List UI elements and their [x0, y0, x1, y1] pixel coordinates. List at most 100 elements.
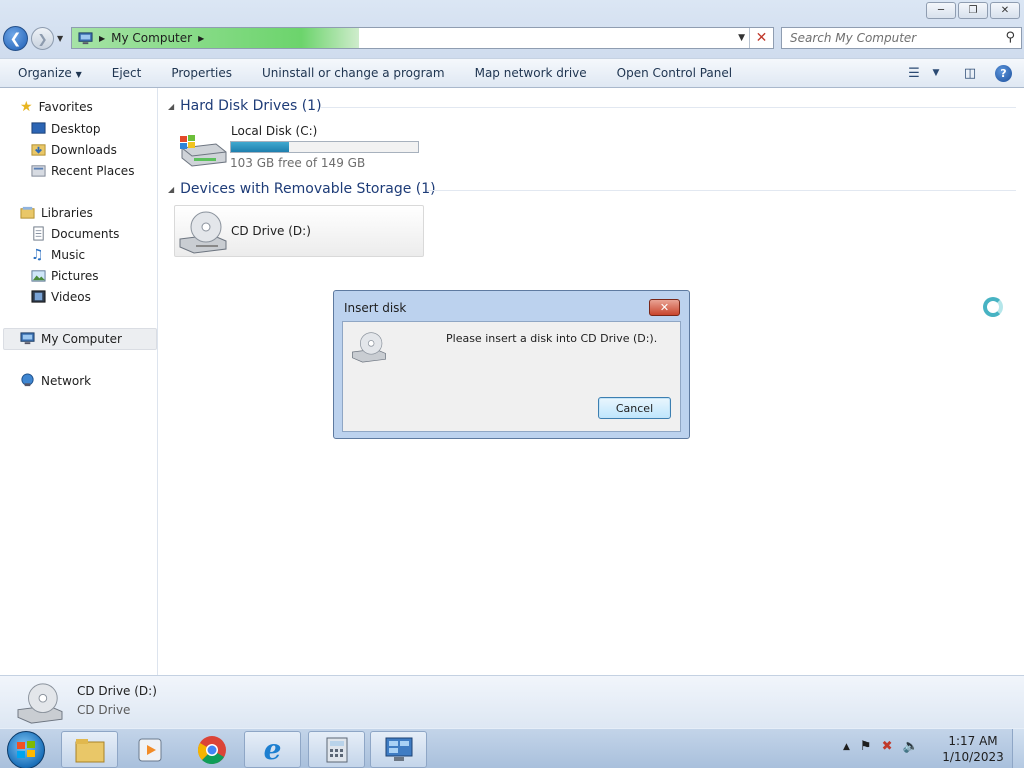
cd-drive-icon [179, 211, 227, 254]
search-input[interactable]: Search My Computer ⚲ [781, 27, 1022, 49]
computer-icon [20, 332, 35, 345]
sidebar-item-network[interactable]: Network [20, 373, 91, 388]
desktop-icon [31, 122, 46, 134]
hdd-group-header[interactable]: ◢ Hard Disk Drives (1) [168, 98, 322, 114]
sidebar-item-music[interactable]: ♫ Music [31, 247, 85, 263]
control-panel-icon [385, 737, 412, 761]
sidebar-item-videos[interactable]: Videos [31, 289, 91, 304]
sidebar-item-my-computer[interactable]: My Computer [20, 331, 122, 346]
taskbar-clock[interactable]: 1:17 AM 1/10/2023 [942, 733, 1004, 765]
taskbar-control-panel[interactable] [370, 731, 427, 768]
show-hidden-icons-button[interactable]: ▲ [843, 742, 850, 752]
media-player-icon [138, 738, 161, 761]
address-dropdown-icon[interactable]: ▼ [738, 33, 745, 43]
minimize-button[interactable]: ─ [926, 2, 956, 19]
breadcrumb-my-computer[interactable]: My Computer [111, 31, 192, 45]
sidebar-item-documents[interactable]: Documents [31, 226, 119, 241]
clock-time: 1:17 AM [948, 734, 998, 748]
sidebar-item-favorites[interactable]: ★ Favorites [20, 99, 93, 115]
cd-drive-icon [352, 332, 386, 363]
action-center-icon[interactable]: ⚑ [860, 739, 872, 754]
search-icon[interactable]: ⚲ [1005, 30, 1015, 45]
show-desktop-button[interactable] [1012, 729, 1024, 768]
local-disk-c-tile[interactable]: Local Disk (C:) 103 GB free of 149 GB [174, 122, 434, 172]
local-disk-c-free-space: 103 GB free of 149 GB [230, 156, 366, 170]
title-bar: ─ ❐ ✕ ❮ ❯ ▼ ▶ My Computer ▶ ▼ ✕ Search M… [0, 0, 1024, 58]
view-options-dropdown-icon[interactable]: ▼ [927, 64, 945, 82]
taskbar-internet-explorer[interactable]: e [244, 731, 301, 768]
network-status-icon[interactable]: ✖ [882, 739, 893, 754]
start-button[interactable] [7, 731, 45, 768]
close-button[interactable]: ✕ [990, 2, 1020, 19]
close-icon: ✕ [659, 301, 670, 314]
downloads-folder-icon [31, 144, 46, 156]
sidebar-item-pictures[interactable]: Pictures [31, 268, 99, 283]
cd-drive-d-tile[interactable]: CD Drive (D:) [174, 205, 424, 257]
help-icon[interactable]: ? [995, 64, 1012, 82]
cd-drive-icon [17, 683, 63, 724]
system-tray: ▲ ⚑ ✖ 🔈 [843, 739, 919, 754]
window-controls: ─ ❐ ✕ [926, 2, 1020, 19]
windows-drive-icon [180, 135, 227, 167]
sidebar-item-desktop[interactable]: Desktop [31, 121, 101, 136]
insert-disk-dialog: Insert disk ✕ Please insert a disk into … [333, 290, 690, 439]
chrome-icon [197, 735, 226, 764]
taskbar: e ▲ ⚑ ✖ 🔈 1:17 AM 1/10/2023 [0, 728, 1024, 768]
map-network-drive-button[interactable]: Map network drive [460, 66, 602, 80]
restore-icon: ❐ [968, 5, 978, 16]
taskbar-media-player[interactable] [122, 731, 179, 768]
recent-places-icon [31, 165, 46, 177]
taskbar-calculator[interactable] [308, 731, 365, 768]
sidebar-item-libraries[interactable]: Libraries [20, 205, 93, 220]
search-placeholder: Search My Computer [790, 31, 917, 45]
dialog-message: Please insert a disk into CD Drive (D:). [446, 332, 658, 345]
back-button[interactable]: ❮ [3, 26, 28, 51]
busy-cursor-icon [983, 297, 1003, 317]
pictures-icon [31, 270, 46, 282]
properties-button[interactable]: Properties [156, 66, 247, 80]
cancel-button[interactable]: Cancel [598, 397, 671, 419]
folder-icon [75, 738, 104, 762]
sidebar-item-recent-places[interactable]: Recent Places [31, 163, 134, 178]
videos-icon [31, 290, 46, 303]
dialog-title: Insert disk [344, 301, 407, 315]
volume-icon[interactable]: 🔈 [902, 739, 918, 754]
calculator-icon [326, 737, 347, 762]
internet-explorer-icon: e [263, 733, 282, 766]
details-item-name: CD Drive (D:) [77, 684, 157, 698]
removable-group-header[interactable]: ◢ Devices with Removable Storage (1) [168, 181, 436, 197]
change-view-icon[interactable]: ☰ [905, 64, 923, 82]
documents-icon [33, 226, 44, 241]
recent-pages-dropdown[interactable]: ▼ [57, 34, 63, 43]
uninstall-program-button[interactable]: Uninstall or change a program [247, 66, 460, 80]
close-icon: ✕ [1000, 5, 1010, 16]
command-bar: Organize ▼ Eject Properties Uninstall or… [0, 58, 1024, 88]
dialog-close-button[interactable]: ✕ [649, 299, 680, 316]
removable-group-divider [427, 190, 1016, 191]
preview-pane-icon[interactable]: ◫ [961, 64, 979, 82]
taskbar-explorer[interactable] [61, 731, 118, 768]
taskbar-chrome[interactable] [183, 731, 240, 768]
sidebar-item-downloads[interactable]: Downloads [31, 142, 117, 157]
organize-menu[interactable]: Organize ▼ [0, 66, 97, 80]
details-item-type: CD Drive [77, 703, 131, 717]
breadcrumb-separator-icon: ▶ [99, 33, 106, 43]
navigation-pane: ★ Favorites Desktop Downloads Recent Pla… [0, 88, 158, 675]
forward-button[interactable]: ❯ [31, 27, 54, 50]
eject-button[interactable]: Eject [97, 66, 157, 80]
computer-icon [78, 31, 93, 44]
restore-button[interactable]: ❐ [958, 2, 988, 19]
back-arrow-icon: ❮ [9, 30, 22, 47]
windows-logo-icon [17, 741, 35, 758]
music-icon: ♫ [31, 247, 44, 263]
local-disk-c-name: Local Disk (C:) [231, 124, 318, 138]
breadcrumb-chevron-icon[interactable]: ▶ [198, 34, 204, 43]
clock-date: 1/10/2023 [942, 750, 1004, 764]
open-control-panel-button[interactable]: Open Control Panel [602, 66, 747, 80]
stop-loading-button[interactable]: ✕ [749, 28, 773, 48]
collapse-arrow-icon: ◢ [168, 101, 175, 111]
disk-usage-bar [230, 141, 419, 153]
chevron-down-icon: ▼ [75, 70, 82, 79]
address-bar[interactable]: ▶ My Computer ▶ ▼ ✕ [71, 27, 774, 49]
cd-drive-d-name: CD Drive (D:) [231, 224, 311, 238]
